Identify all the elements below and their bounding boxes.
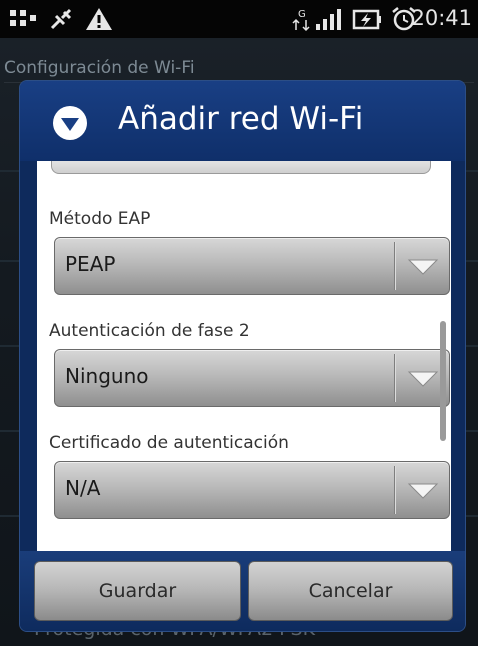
eap-method-value: PEAP: [65, 252, 116, 276]
signal-icon: [316, 9, 341, 30]
dialog-header: Añadir red Wi-Fi: [20, 81, 465, 161]
dropdown-arrow-icon: [407, 371, 439, 387]
usb-debug-icon: [10, 10, 36, 26]
status-time: 20:41: [411, 6, 472, 30]
ca-certificate-spinner[interactable]: N/A: [54, 461, 450, 519]
scrollbar-thumb[interactable]: [440, 321, 446, 441]
spinner-divider: [394, 242, 395, 290]
phase2-auth-spinner[interactable]: Ninguno: [54, 349, 450, 407]
dropdown-arrow-icon: [407, 259, 439, 275]
partial-field[interactable]: [51, 161, 431, 174]
dropdown-arrow-icon: [407, 483, 439, 499]
satellite-icon: [50, 8, 72, 30]
save-button[interactable]: Guardar: [34, 561, 241, 621]
battery-charging-icon: [352, 9, 381, 30]
data-transfer-icon: G: [292, 9, 310, 32]
dialog-title: Añadir red Wi-Fi: [118, 101, 364, 137]
eap-method-spinner[interactable]: PEAP: [54, 237, 450, 295]
svg-text:G: G: [298, 9, 306, 20]
eap-method-label: Método EAP: [49, 209, 151, 229]
status-bar: G 20:41: [0, 0, 478, 38]
spinner-divider: [394, 466, 395, 514]
ca-certificate-value: N/A: [65, 476, 101, 500]
cancel-button[interactable]: Cancelar: [248, 561, 453, 621]
dialog-body: Método EAP PEAP Autenticación de fase 2 …: [37, 161, 451, 551]
warning-icon: [86, 8, 112, 30]
chevron-down-icon: [53, 106, 87, 140]
add-wifi-dialog: Añadir red Wi-Fi Método EAP PEAP Autenti…: [19, 80, 466, 632]
phase2-auth-value: Ninguno: [65, 364, 149, 388]
ca-certificate-label: Certificado de autenticación: [49, 433, 289, 453]
phase2-auth-label: Autenticación de fase 2: [49, 321, 250, 341]
spinner-divider: [394, 354, 395, 402]
dialog-footer: Guardar Cancelar: [20, 551, 465, 631]
